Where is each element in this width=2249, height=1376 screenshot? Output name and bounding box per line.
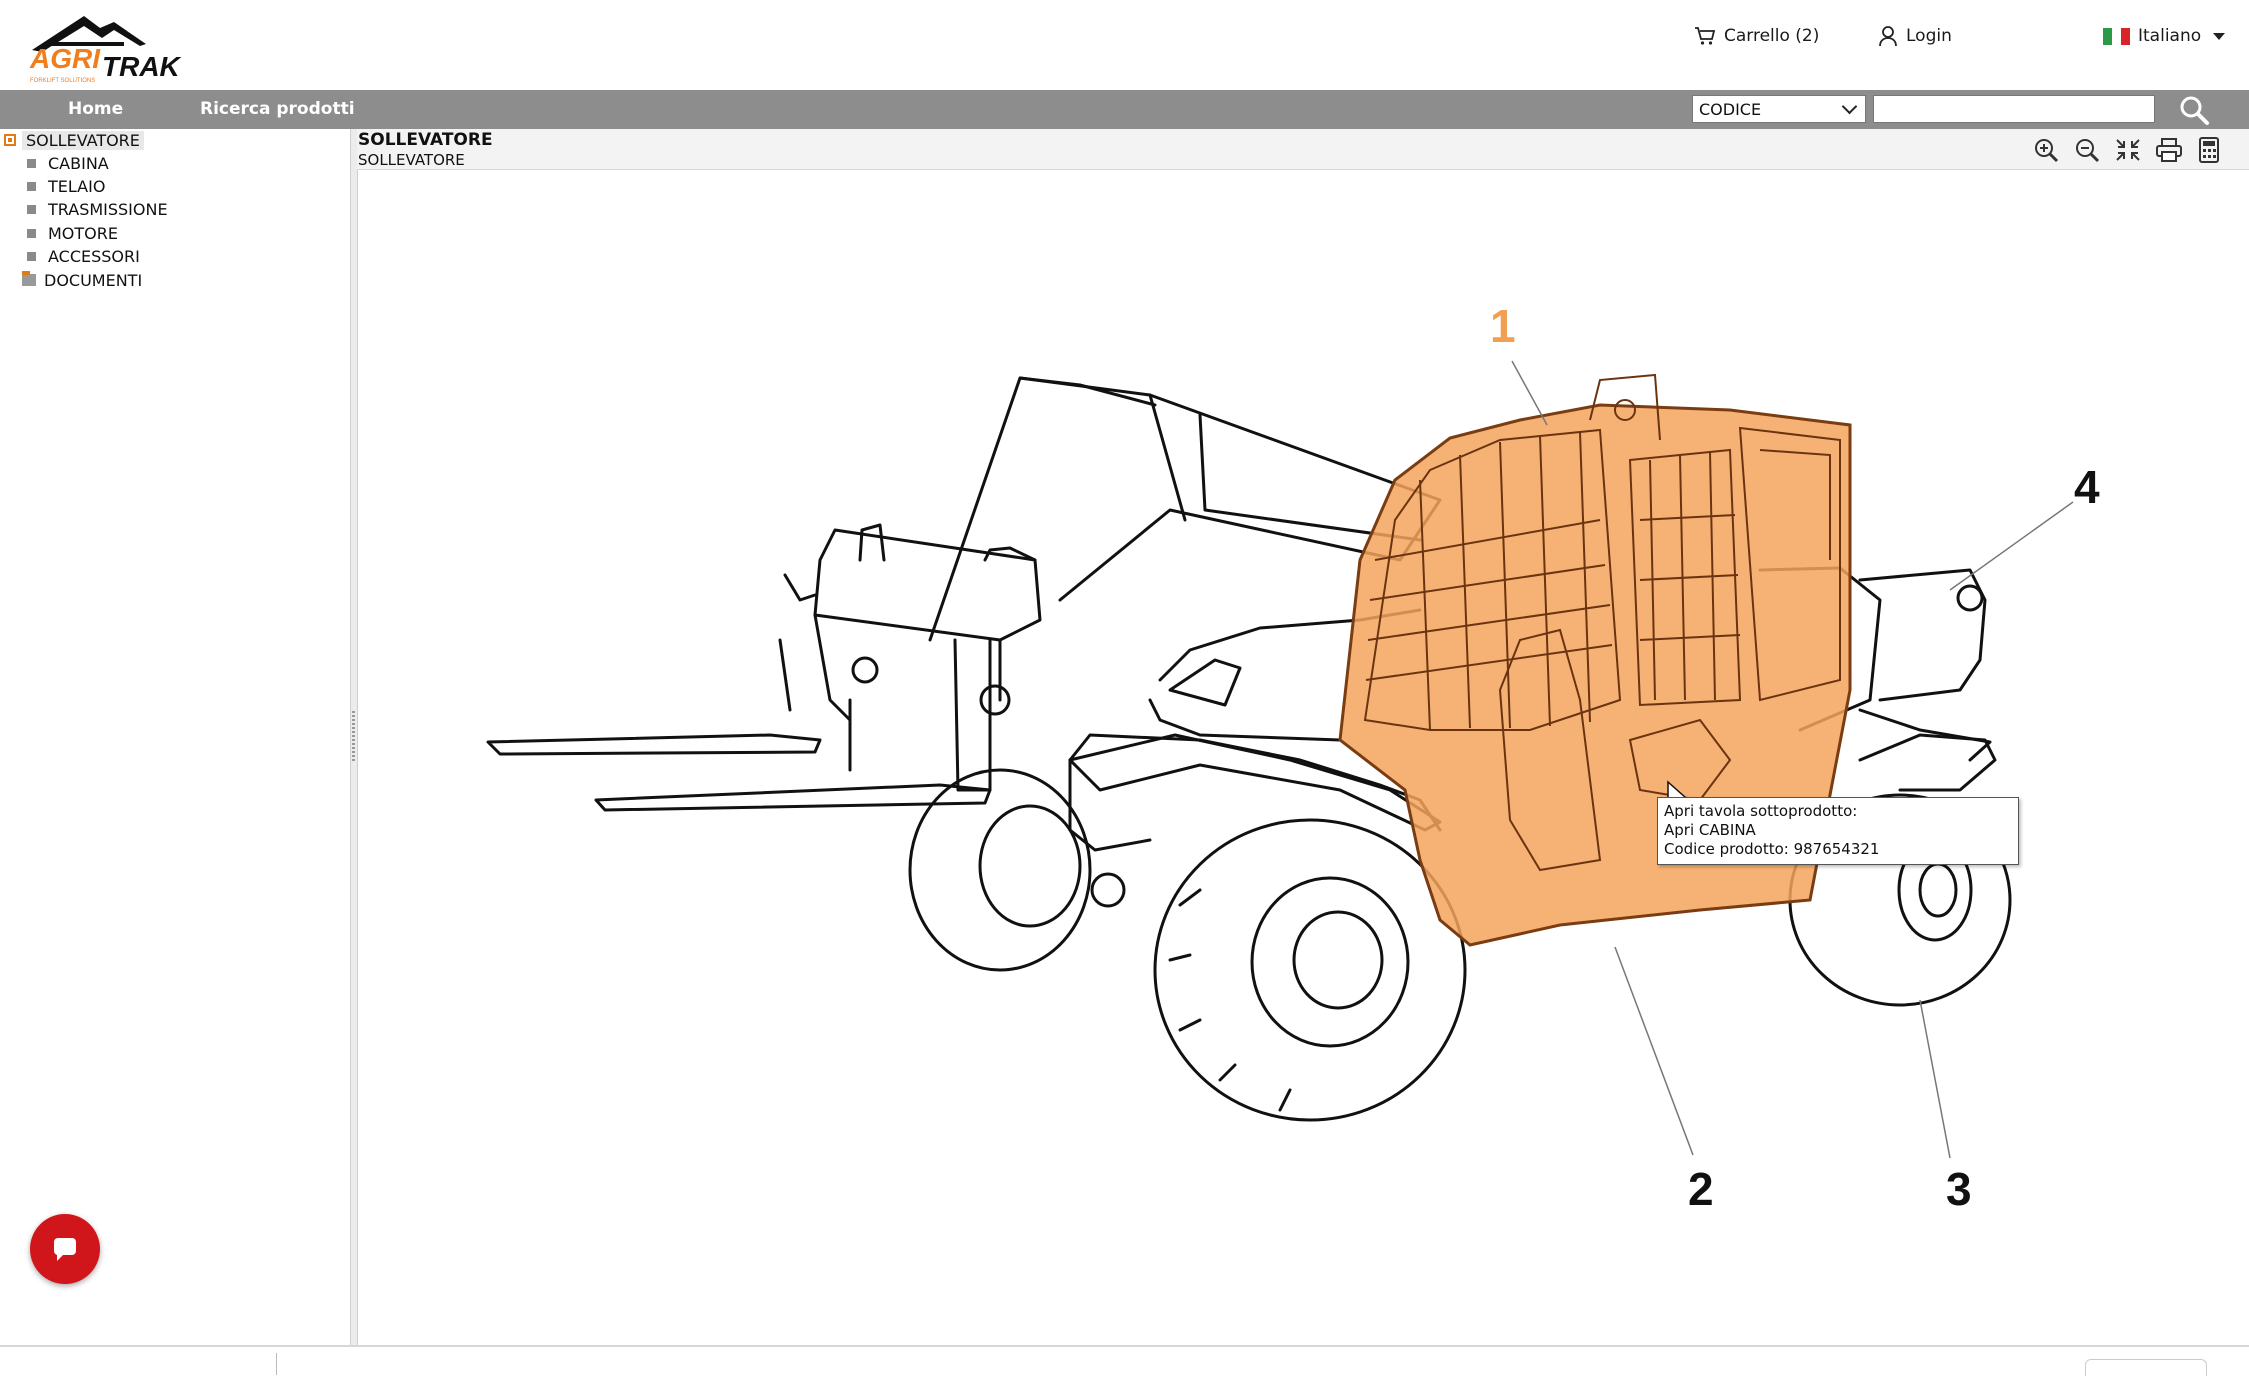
tree-item-label: MOTORE — [48, 223, 118, 243]
left-wheel-part — [908, 768, 1126, 972]
tree-item-telaio[interactable]: TELAIO — [27, 175, 105, 197]
cart-icon — [1695, 27, 1716, 45]
zoom-in-icon — [2035, 139, 2059, 163]
search-button[interactable] — [2178, 94, 2212, 126]
node-bullet-icon — [27, 251, 36, 261]
language-label: Italiano — [2138, 26, 2202, 46]
top-header: AGRI TRAK FORKLIFT SOLUTIONS Carrello (2… — [0, 0, 2249, 90]
tree-item-accessori[interactable]: ACCESSORI — [27, 245, 140, 267]
tree-root-sollevatore[interactable]: SOLLEVATORE — [4, 129, 144, 151]
logo-tagline: FORKLIFT SOLUTIONS — [30, 78, 95, 84]
tree-item-trasmissione[interactable]: TRASMISSIONE — [27, 198, 168, 220]
exploded-diagram: 1 2 3 4 — [486, 300, 2100, 1215]
search-input[interactable] — [1873, 95, 2155, 123]
front-wheel-part — [1153, 818, 1467, 1122]
footer-bar — [0, 1345, 2249, 1376]
calculator-button[interactable] — [2194, 136, 2224, 164]
folder-icon — [22, 271, 36, 286]
calculator-icon — [2199, 137, 2219, 163]
language-selector[interactable]: Italiano — [2103, 22, 2226, 50]
collapse-icon — [2116, 139, 2140, 161]
tree-item-label: DOCUMENTI — [44, 270, 143, 290]
callout-1[interactable]: 1 — [1490, 300, 1516, 352]
part-tooltip: Apri tavola sottoprodotto: Apri CABINA C… — [1657, 797, 2019, 865]
search-type-value: CODICE — [1699, 99, 1762, 119]
node-bullet-icon — [27, 181, 36, 191]
tree-item-label: CABINA — [48, 153, 109, 173]
tree-item-label: TELAIO — [48, 176, 106, 196]
product-node-icon — [4, 134, 16, 146]
user-icon — [1879, 26, 1897, 47]
tree-item-label: ACCESSORI — [48, 246, 140, 266]
cart-link[interactable]: Carrello (2) — [1694, 22, 1819, 50]
node-bullet-icon — [27, 204, 36, 214]
page-title: SOLLEVATORE — [358, 130, 493, 150]
content-header — [357, 129, 2249, 170]
tree-item-motore[interactable]: MOTORE — [27, 222, 118, 244]
print-button[interactable] — [2154, 136, 2184, 164]
fork-part — [486, 733, 992, 812]
print-icon — [2156, 138, 2182, 162]
tooltip-line-2: Apri CABINA — [1664, 821, 1756, 839]
product-tree — [0, 129, 351, 1345]
zoom-in-button[interactable] — [2032, 136, 2062, 164]
tree-root-label: SOLLEVATORE — [22, 130, 144, 150]
zoom-out-icon — [2076, 139, 2100, 163]
login-label: Login — [1906, 26, 1952, 46]
chat-button[interactable] — [30, 1214, 100, 1284]
chevron-down-icon — [2213, 32, 2226, 40]
nav-product-search[interactable]: Ricerca prodotti — [200, 90, 355, 129]
zoom-out-button[interactable] — [2073, 136, 2103, 164]
agritrak-logo[interactable]: AGRI TRAK FORKLIFT SOLUTIONS — [22, 10, 208, 86]
tree-item-documenti[interactable]: DOCUMENTI — [22, 269, 142, 291]
callout-3[interactable]: 3 — [1946, 1163, 1972, 1215]
italy-flag-icon — [2103, 27, 2130, 45]
tooltip-line-3: Codice prodotto: 987654321 — [1664, 840, 1880, 858]
node-bullet-icon — [27, 158, 36, 168]
chevron-down-icon — [1841, 98, 1858, 115]
logo-trak-text: TRAK — [102, 51, 182, 82]
logo-agri-text: AGRI — [29, 43, 101, 74]
tooltip-line-1: Apri tavola sottoprodotto: — [1664, 802, 1858, 820]
page-subtitle: SOLLEVATORE — [358, 151, 465, 169]
login-link[interactable]: Login — [1878, 22, 1952, 50]
search-icon — [2180, 96, 2209, 125]
cart-label: Carrello (2) — [1724, 26, 1820, 46]
node-bullet-icon — [27, 228, 36, 238]
chat-bubble-icon — [54, 1238, 76, 1261]
callout-4[interactable]: 4 — [2074, 461, 2100, 513]
nav-home[interactable]: Home — [68, 90, 123, 129]
tree-item-label: TRASMISSIONE — [48, 199, 168, 219]
search-type-select[interactable]: CODICE — [1692, 95, 1866, 123]
fit-view-button[interactable] — [2113, 136, 2143, 164]
footer-tab[interactable] — [2085, 1359, 2207, 1376]
fork-carriage-part — [778, 523, 1042, 792]
rear-fender-part — [1858, 733, 1997, 792]
tree-item-cabina[interactable]: CABINA — [27, 152, 109, 174]
callout-2[interactable]: 2 — [1688, 1163, 1714, 1215]
